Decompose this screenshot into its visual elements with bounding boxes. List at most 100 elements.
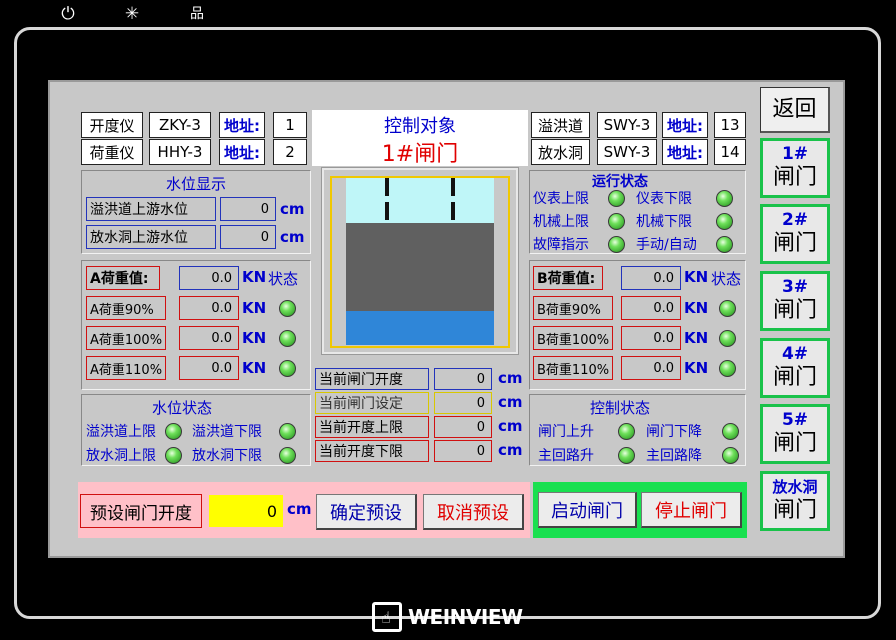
device-name-3: 溢洪道 [531,112,590,138]
water-display-value-1: 0 [220,197,276,221]
back-button[interactable]: 返回 [760,87,830,133]
gate-setpoint-unit: cm [498,393,523,411]
water-display-label-1: 溢洪道上游水位 [86,197,216,221]
water-status-label-1: 溢洪道上限 [86,421,156,441]
run-status-label-5: 故障指示 [533,234,589,254]
run-status-led-6 [716,236,733,253]
gate-leaf [346,223,494,311]
gate-screw-right-bottom [451,202,455,220]
drain-gate-button[interactable]: 放水洞 闸门 [760,471,830,531]
load-a-unit-100: KN [242,329,266,347]
gate-1-num: 1# [782,144,808,164]
control-status-label-3: 主回路升 [538,445,594,465]
addr-label-1: 地址: [219,112,265,138]
gate-lower-limit-value: 0 [434,440,492,462]
brand-name: WEINVIEW [408,605,523,629]
gate-2-button[interactable]: 2# 闸门 [760,204,830,264]
load-a-led-110 [279,360,296,377]
gate-opening-unit: cm [498,369,523,387]
device-code-4: SWY-3 [597,139,657,165]
gate-3-label: 闸门 [773,297,817,325]
water-status-label-4: 放水洞下限 [192,445,262,465]
brightness-icon[interactable]: ✳ [121,4,143,24]
load-b-unit-110: KN [684,359,708,377]
water-display-panel: 水位显示 溢洪道上游水位 0 cm 放水洞上游水位 0 cm [81,170,311,254]
load-b-unit: KN [684,268,708,286]
device-code-2: HHY-3 [149,139,211,165]
drain-gate-label: 闸门 [773,497,817,525]
load-b-panel: B荷重值: 0.0 KN 状态 B荷重90% 0.0 KN B荷重100% 0.… [529,260,746,390]
load-a-value-100: 0.0 [179,326,239,350]
preset-input[interactable]: 0 [209,495,283,527]
water-display-title: 水位显示 [166,173,226,194]
water-display-label-2: 放水洞上游水位 [86,225,216,249]
control-status-led-2 [722,423,739,440]
addr-value-3[interactable]: 13 [714,112,746,138]
water-display-unit-1: cm [280,200,305,218]
water-status-led-2 [279,423,296,440]
gate-visual-frame [322,168,518,354]
water-status-led-4 [279,447,296,464]
addr-value-1[interactable]: 1 [273,112,307,138]
load-a-panel: A荷重值: 0.0 KN 状态 A荷重90% 0.0 KN A荷重100% 0.… [81,260,311,390]
load-b-value-100: 0.0 [621,326,681,350]
hmi-screen: 开度仪 ZKY-3 地址: 1 荷重仪 HHY-3 地址: 2 控制对象 1#闸… [48,80,845,558]
gate-screw-left-top [385,178,389,196]
preset-label: 预设闸门开度 [80,494,202,528]
gate-upper-limit-unit: cm [498,417,523,435]
run-status-label-6: 手动/自动 [636,234,697,254]
addr-value-2[interactable]: 2 [273,139,307,165]
gate-1-label: 闸门 [773,164,817,192]
stop-gate-button[interactable]: 停止闸门 [641,492,742,528]
load-b-label-110: B荷重110% [533,356,613,380]
gate-2-label: 闸门 [773,230,817,258]
addr-value-4[interactable]: 14 [714,139,746,165]
control-status-led-4 [722,447,739,464]
gate-5-label: 闸门 [773,430,817,458]
water-status-label-3: 放水洞上限 [86,445,156,465]
control-status-label-4: 主回路降 [646,445,702,465]
gate-lower-limit-label: 当前开度下限 [315,440,429,462]
cancel-preset-button[interactable]: 取消预设 [423,494,524,530]
start-gate-button[interactable]: 启动闸门 [538,492,637,528]
water-status-led-1 [165,423,182,440]
run-status-label-1: 仪表上限 [533,188,589,208]
water-status-led-3 [165,447,182,464]
load-a-led-90 [279,300,296,317]
back-button-label: 返回 [772,96,816,124]
gate-1-button[interactable]: 1# 闸门 [760,138,830,198]
brand-hand-icon: ☝ [372,602,402,632]
gate-5-button[interactable]: 5# 闸门 [760,404,830,464]
gate-upper-water [346,178,494,223]
gate-3-button[interactable]: 3# 闸门 [760,271,830,331]
brand-logo: ☝ WEINVIEW [372,600,523,634]
load-b-state-label: 状态 [711,268,741,289]
control-status-led-3 [618,447,635,464]
load-b-label-90: B荷重90% [533,296,613,320]
addr-label-4: 地址: [662,139,708,165]
load-a-state-label: 状态 [268,268,298,289]
water-status-label-2: 溢洪道下限 [192,421,262,441]
control-status-led-1 [618,423,635,440]
power-icon[interactable]: ⏻ [57,4,79,24]
load-b-unit-90: KN [684,299,708,317]
control-status-panel: 控制状态 闸门上升 闸门下降 主回路升 主回路降 [529,394,746,466]
water-status-panel: 水位状态 溢洪道上限 溢洪道下限 放水洞上限 放水洞下限 [81,394,311,466]
gate-opening-value: 0 [434,368,492,390]
device-name-2: 荷重仪 [81,139,143,165]
load-a-led-100 [279,330,296,347]
run-status-led-3 [608,213,625,230]
gate-4-button[interactable]: 4# 闸门 [760,338,830,398]
confirm-preset-button[interactable]: 确定预设 [316,494,417,530]
network-icon: 品 [186,4,208,24]
load-b-label-100: B荷重100% [533,326,613,350]
run-status-led-5 [608,236,625,253]
control-target-panel: 控制对象 1#闸门 [312,110,528,166]
load-a-unit: KN [242,268,266,286]
load-b-value-90: 0.0 [621,296,681,320]
gate-4-label: 闸门 [773,364,817,392]
gate-upper-limit-label: 当前开度上限 [315,416,429,438]
water-status-title: 水位状态 [152,397,212,418]
load-b-value-110: 0.0 [621,356,681,380]
run-status-label-2: 仪表下限 [636,188,692,208]
